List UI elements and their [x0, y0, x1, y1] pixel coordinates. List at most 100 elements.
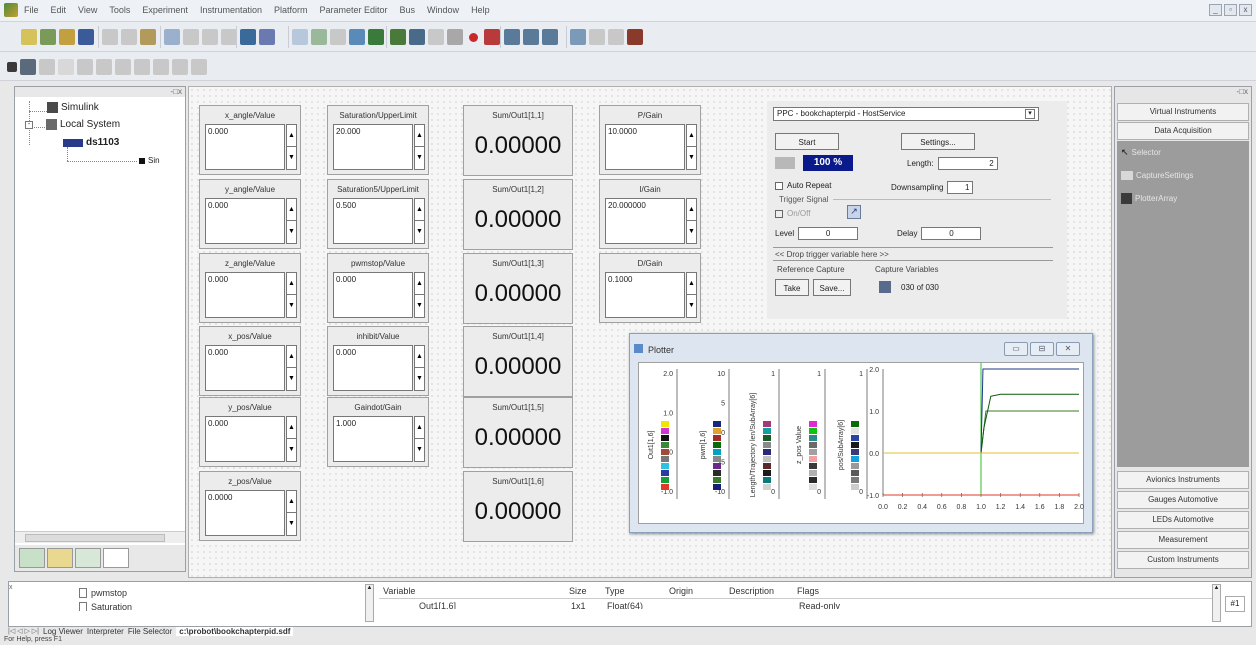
properties-icon[interactable]	[240, 29, 256, 45]
spin-up-icon[interactable]: ▲	[415, 417, 424, 439]
input-field[interactable]: 0.000	[205, 124, 285, 170]
align-icon-4[interactable]	[134, 59, 150, 75]
tree-item-pwmstop[interactable]: pwmstop	[79, 588, 127, 598]
grid-icon-2[interactable]	[523, 29, 539, 45]
layout-icon-2[interactable]	[311, 29, 327, 45]
panel-close-icon[interactable]: -□x	[15, 87, 185, 97]
tab-interpreter[interactable]: Interpreter	[87, 627, 124, 636]
minimize-button[interactable]: _	[1209, 4, 1222, 16]
tree-item-ds1103[interactable]: ds1103	[63, 137, 119, 148]
spin-up-icon[interactable]: ▲	[415, 273, 424, 295]
input-field[interactable]: 0.000	[205, 416, 285, 462]
delete-icon[interactable]	[58, 59, 74, 75]
service-select[interactable]: PPC - bookchapterpid - HostService	[773, 107, 1039, 121]
input-field[interactable]: 0.0000	[205, 490, 285, 536]
spin-down-icon[interactable]: ▼	[415, 368, 424, 390]
menu-file[interactable]: File	[22, 5, 41, 15]
scrollbar-thumb[interactable]	[25, 534, 165, 542]
input-field[interactable]: 0.000	[333, 272, 413, 318]
input-field[interactable]: 10.0000	[605, 124, 685, 170]
trigger-drop-zone[interactable]: << Drop trigger variable here >>	[773, 247, 1053, 261]
stop-square-icon[interactable]	[7, 62, 17, 72]
spin-down-icon[interactable]: ▼	[287, 295, 296, 317]
spin-up-icon[interactable]: ▲	[287, 417, 296, 439]
tab-platform-icon[interactable]	[19, 548, 45, 568]
tree-scrollbar[interactable]: ▲	[365, 584, 374, 622]
plotter-window[interactable]: Plotter ▭ ⊟ ✕ Out1[1,6] 2.0 1.0 0.0 -1.0 pwm[…	[629, 333, 1093, 533]
column-origin[interactable]: Origin	[669, 586, 693, 596]
cell-variable[interactable]: Out1[1,6]	[419, 601, 456, 609]
tree-item-local-system[interactable]: - Local System	[25, 119, 120, 130]
minimize-button[interactable]: ▭	[1004, 342, 1028, 356]
save-button[interactable]: Save...	[813, 279, 851, 296]
layout-icon-5[interactable]	[368, 29, 384, 45]
help-pointer-icon[interactable]	[259, 29, 275, 45]
record-icon[interactable]	[484, 29, 500, 45]
spin-up-icon[interactable]: ▲	[415, 346, 424, 368]
custom-instruments-button[interactable]: Custom Instruments	[1117, 551, 1249, 569]
avionics-instruments-button[interactable]: Avionics Instruments	[1117, 471, 1249, 489]
tree-item-sin[interactable]: Sin	[139, 156, 160, 165]
measurement-button[interactable]: Measurement	[1117, 531, 1249, 549]
downsampling-input[interactable]: 1	[947, 181, 974, 194]
tab-layout-file[interactable]: c:\probot\bookchapterpid.sdf	[176, 626, 294, 636]
redo-icon[interactable]	[202, 29, 218, 45]
spin-down-icon[interactable]: ▼	[287, 513, 296, 535]
redo-dropdown-icon[interactable]	[221, 29, 237, 45]
online-icon[interactable]	[390, 29, 406, 45]
check-icon[interactable]	[608, 29, 624, 45]
menu-bus[interactable]: Bus	[398, 5, 418, 15]
tab-nav-icon[interactable]: |◁ ◁ ▷ ▷|	[8, 627, 39, 635]
column-description[interactable]: Description	[729, 586, 774, 596]
spin-down-icon[interactable]: ▼	[687, 221, 696, 243]
spin-up-icon[interactable]: ▲	[287, 199, 296, 221]
instrument-icon-1[interactable]	[20, 59, 36, 75]
spin-down-icon[interactable]: ▼	[287, 221, 296, 243]
level-input[interactable]: 0	[798, 227, 859, 240]
spin-down-icon[interactable]: ▼	[415, 221, 424, 243]
spin-down-icon[interactable]: ▼	[415, 147, 424, 169]
tab-file-selector[interactable]: File Selector	[128, 627, 172, 636]
layout-icon-4[interactable]	[349, 29, 365, 45]
download-icon[interactable]	[428, 29, 444, 45]
trigger-slope-icon[interactable]: ↗	[847, 205, 861, 219]
delay-input[interactable]: 0	[921, 227, 982, 240]
input-field[interactable]: 0.000	[333, 345, 413, 391]
auto-repeat-checkbox[interactable]	[775, 181, 783, 190]
tree-item-saturation[interactable]: Saturation	[79, 602, 132, 611]
input-field[interactable]: 0.1000	[605, 272, 685, 318]
spin-up-icon[interactable]: ▲	[415, 199, 424, 221]
data-acquisition-button[interactable]: Data Acquisition	[1117, 122, 1249, 140]
align-icon-6[interactable]	[172, 59, 188, 75]
input-field[interactable]: 0.000	[205, 198, 285, 244]
input-field[interactable]: 0.000	[205, 345, 285, 391]
close-button[interactable]: ✕	[1056, 342, 1080, 356]
horizontal-scrollbar[interactable]	[15, 531, 185, 543]
list-item-capture-settings[interactable]: CaptureSettings	[1121, 171, 1193, 180]
tab-instrument-icon[interactable]	[47, 548, 73, 568]
input-field[interactable]: 1.000	[333, 416, 413, 462]
open-folder-icon[interactable]	[59, 29, 75, 45]
align-icon-3[interactable]	[115, 59, 131, 75]
page-indicator[interactable]: #1	[1225, 596, 1245, 612]
menu-instrumentation[interactable]: Instrumentation	[198, 5, 264, 15]
align-icon-2[interactable]	[96, 59, 112, 75]
spin-up-icon[interactable]: ▲	[287, 125, 296, 147]
menu-parameter-editor[interactable]: Parameter Editor	[318, 5, 390, 15]
take-button[interactable]: Take	[775, 279, 809, 296]
column-flags[interactable]: Flags	[797, 586, 819, 596]
align-icon-5[interactable]	[153, 59, 169, 75]
table-scrollbar[interactable]: ▲	[1212, 584, 1221, 622]
spin-down-icon[interactable]: ▼	[287, 439, 296, 461]
spin-down-icon[interactable]: ▼	[287, 368, 296, 390]
panel-close-icon[interactable]: -□x	[1115, 87, 1251, 101]
spin-up-icon[interactable]: ▲	[687, 199, 696, 221]
tab-project-icon[interactable]	[103, 548, 129, 568]
spin-down-icon[interactable]: ▼	[415, 439, 424, 461]
layout-icon-3[interactable]	[330, 29, 346, 45]
virtual-instruments-button[interactable]: Virtual Instruments	[1117, 103, 1249, 121]
menu-tools[interactable]: Tools	[107, 5, 132, 15]
input-field[interactable]: 0.000	[205, 272, 285, 318]
undo-dropdown-icon[interactable]	[183, 29, 199, 45]
chevron-down-icon[interactable]: ▾	[1025, 109, 1035, 119]
